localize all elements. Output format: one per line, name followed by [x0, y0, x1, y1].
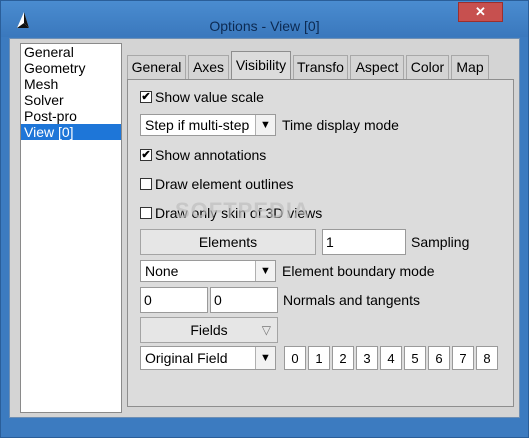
- field-select-value: Original Field: [145, 350, 228, 366]
- fields-button-label: Fields: [190, 322, 228, 338]
- tree-item-mesh[interactable]: Mesh: [21, 76, 121, 92]
- dropdown-arrow-icon[interactable]: ▼: [255, 115, 275, 135]
- draw-only-skin-checkbox[interactable]: [140, 207, 152, 219]
- normals-input[interactable]: 0: [140, 287, 208, 313]
- boundary-mode-select[interactable]: None ▼: [140, 260, 276, 282]
- field-index-3[interactable]: 3: [356, 346, 378, 370]
- fields-button[interactable]: Fields ▽: [140, 317, 278, 343]
- window-title: Options - View [0]: [209, 18, 320, 34]
- time-display-label: Time display mode: [282, 117, 399, 133]
- tab-color[interactable]: Color: [406, 55, 449, 79]
- tree-item-post-pro[interactable]: Post-pro: [21, 108, 121, 124]
- field-index-8[interactable]: 8: [476, 346, 498, 370]
- tab-bar: General Axes Visibility Transfo Aspect C…: [127, 51, 514, 79]
- field-select-row: Original Field ▼ 0 1 2 3 4 5 6 7 8: [140, 344, 500, 372]
- draw-only-skin-label: Draw only skin of 3D views: [155, 205, 323, 221]
- draw-element-outlines-row[interactable]: Draw element outlines: [140, 173, 294, 195]
- time-display-select[interactable]: Step if multi-step ▼: [140, 114, 276, 136]
- draw-only-skin-row[interactable]: Draw only skin of 3D views: [140, 202, 322, 224]
- field-index-0[interactable]: 0: [284, 346, 306, 370]
- title-bar[interactable]: Options - View [0] ✕: [1, 1, 528, 37]
- tab-axes[interactable]: Axes: [188, 55, 229, 79]
- sampling-input[interactable]: 1: [322, 229, 406, 255]
- show-annotations-row[interactable]: ✔ Show annotations: [140, 144, 266, 166]
- tab-map[interactable]: Map: [451, 55, 489, 79]
- tree-item-view-0[interactable]: View [0]: [21, 124, 121, 140]
- time-display-value: Step if multi-step: [145, 117, 250, 133]
- draw-element-outlines-checkbox[interactable]: [140, 178, 152, 190]
- tab-transfo[interactable]: Transfo: [293, 55, 348, 79]
- field-select[interactable]: Original Field ▼: [140, 346, 276, 370]
- field-index-4[interactable]: 4: [380, 346, 402, 370]
- dialog-client: General Geometry Mesh Solver Post-pro Vi…: [9, 38, 520, 418]
- show-annotations-label: Show annotations: [155, 147, 267, 163]
- sampling-label: Sampling: [411, 234, 470, 250]
- category-tree: General Geometry Mesh Solver Post-pro Vi…: [20, 43, 122, 413]
- boundary-mode-label: Element boundary mode: [282, 263, 435, 279]
- tab-general[interactable]: General: [127, 55, 186, 79]
- show-value-scale-checkbox[interactable]: ✔: [140, 91, 152, 103]
- field-index-6[interactable]: 6: [428, 346, 450, 370]
- tree-item-solver[interactable]: Solver: [21, 92, 121, 108]
- tab-visibility[interactable]: Visibility: [231, 51, 291, 79]
- close-button[interactable]: ✕: [458, 2, 503, 22]
- normals-row: 0 0 Normals and tangents: [140, 286, 420, 314]
- show-annotations-checkbox[interactable]: ✔: [140, 149, 152, 161]
- dropdown-arrow-icon[interactable]: ▼: [255, 261, 275, 281]
- field-index-5[interactable]: 5: [404, 346, 426, 370]
- elements-button[interactable]: Elements: [140, 229, 316, 255]
- boundary-mode-value: None: [145, 263, 179, 279]
- show-value-scale-label: Show value scale: [155, 89, 264, 105]
- normals-label: Normals and tangents: [283, 292, 420, 308]
- time-display-row: Step if multi-step ▼ Time display mode: [140, 114, 399, 136]
- visibility-panel: ✔ Show value scale Step if multi-step ▼ …: [127, 79, 514, 407]
- tangents-input[interactable]: 0: [210, 287, 278, 313]
- tabs-area: General Axes Visibility Transfo Aspect C…: [127, 43, 514, 413]
- tab-aspect[interactable]: Aspect: [350, 55, 404, 79]
- field-index-7[interactable]: 7: [452, 346, 474, 370]
- show-value-scale-row[interactable]: ✔ Show value scale: [140, 86, 264, 108]
- fields-arrow-icon: ▽: [261, 323, 271, 337]
- draw-element-outlines-label: Draw element outlines: [155, 176, 294, 192]
- tree-item-general[interactable]: General: [21, 44, 121, 60]
- field-index-2[interactable]: 2: [332, 346, 354, 370]
- field-index-list: 0 1 2 3 4 5 6 7 8: [284, 346, 500, 370]
- dropdown-arrow-icon[interactable]: ▼: [255, 347, 275, 369]
- boundary-mode-row: None ▼ Element boundary mode: [140, 260, 435, 282]
- elements-row: Elements 1 Sampling: [140, 228, 469, 256]
- tree-item-geometry[interactable]: Geometry: [21, 60, 121, 76]
- fields-row: Fields ▽: [140, 316, 278, 344]
- options-window: Options - View [0] ✕ General Geometry Me…: [0, 0, 529, 438]
- field-index-1[interactable]: 1: [308, 346, 330, 370]
